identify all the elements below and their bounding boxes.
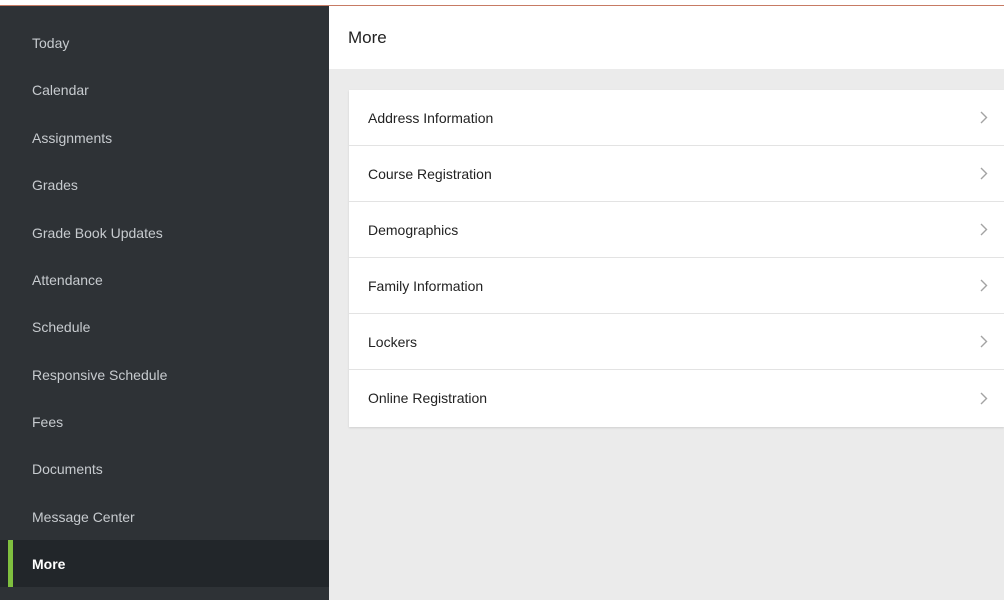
list-item-lockers[interactable]: Lockers xyxy=(349,314,1004,370)
main-content: More Address Information Course Registra… xyxy=(329,6,1004,600)
sidebar-item-label: Responsive Schedule xyxy=(32,366,168,383)
more-list: Address Information Course Registration … xyxy=(349,90,1004,427)
sidebar-item-today[interactable]: Today xyxy=(0,19,329,66)
sidebar-item-label: Message Center xyxy=(32,508,135,525)
page-title: More xyxy=(348,27,387,47)
sidebar-item-documents[interactable]: Documents xyxy=(0,445,329,492)
list-item-demographics[interactable]: Demographics xyxy=(349,202,1004,258)
chevron-right-icon xyxy=(980,167,988,180)
sidebar-item-assignments[interactable]: Assignments xyxy=(0,114,329,161)
sidebar-item-calendar[interactable]: Calendar xyxy=(0,66,329,113)
sidebar-item-label: Attendance xyxy=(32,271,103,288)
chevron-right-icon xyxy=(980,223,988,236)
sidebar-item-grade-book-updates[interactable]: Grade Book Updates xyxy=(0,209,329,256)
list-item-label: Lockers xyxy=(368,333,418,350)
list-item-online-registration[interactable]: Online Registration xyxy=(349,370,1004,426)
sidebar-item-label: Documents xyxy=(32,460,103,477)
list-item-label: Demographics xyxy=(368,221,459,238)
sidebar-item-attendance[interactable]: Attendance xyxy=(0,256,329,303)
sidebar-item-label: Grade Book Updates xyxy=(32,224,163,241)
sidebar-item-label: Grades xyxy=(32,176,78,193)
sidebar: Today Calendar Assignments Grades Grade … xyxy=(0,6,329,600)
top-accent-line xyxy=(0,0,1004,6)
sidebar-item-message-center[interactable]: Message Center xyxy=(0,493,329,540)
sidebar-item-more[interactable]: More xyxy=(0,540,329,587)
list-item-label: Online Registration xyxy=(368,390,488,406)
sidebar-item-label: Assignments xyxy=(32,129,113,146)
sidebar-item-label: Calendar xyxy=(32,81,89,98)
list-item-label: Family Information xyxy=(368,277,484,294)
list-item-label: Address Information xyxy=(368,109,494,126)
sidebar-item-label: Fees xyxy=(32,413,64,430)
chevron-right-icon xyxy=(980,111,988,124)
page-header: More xyxy=(329,6,1004,69)
sidebar-item-schedule[interactable]: Schedule xyxy=(0,303,329,350)
list-item-address-information[interactable]: Address Information xyxy=(349,90,1004,146)
sidebar-item-label: Today xyxy=(32,34,70,51)
sidebar-item-label: More xyxy=(32,555,66,572)
list-item-course-registration[interactable]: Course Registration xyxy=(349,146,1004,202)
sidebar-item-grades[interactable]: Grades xyxy=(0,161,329,208)
chevron-right-icon xyxy=(980,279,988,292)
chevron-right-icon xyxy=(980,335,988,348)
sidebar-item-label: Schedule xyxy=(32,318,91,335)
list-item-family-information[interactable]: Family Information xyxy=(349,258,1004,314)
chevron-right-icon xyxy=(980,392,988,405)
sidebar-item-responsive-schedule[interactable]: Responsive Schedule xyxy=(0,351,329,398)
list-item-label: Course Registration xyxy=(368,165,492,182)
sidebar-item-fees[interactable]: Fees xyxy=(0,398,329,445)
